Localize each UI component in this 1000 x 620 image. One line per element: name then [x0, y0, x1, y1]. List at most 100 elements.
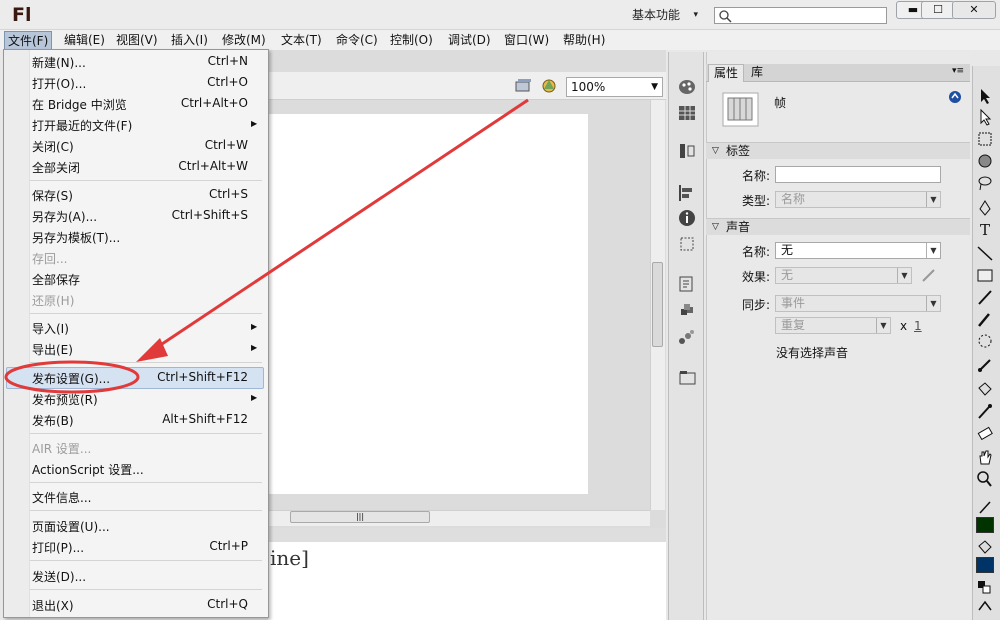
edit-envelope-icon[interactable] — [920, 266, 938, 284]
submenu-arrow-icon: ▶ — [251, 343, 258, 352]
rectangle-tool-icon[interactable] — [975, 266, 995, 284]
swatches-icon[interactable] — [677, 104, 697, 122]
fill-color-icon[interactable] — [975, 538, 995, 556]
workspace-switcher[interactable]: 基本功能 ▾ — [626, 5, 704, 25]
properties-tab-strip: 属性 库 ▾≡ — [706, 64, 970, 82]
zoom-select[interactable]: 100% ▼ — [566, 77, 663, 97]
stroke-color-icon[interactable] — [975, 498, 995, 516]
menu-item-actionscript-settings[interactable]: ActionScript 设置... — [32, 461, 144, 478]
3d-rotation-tool-icon[interactable] — [975, 152, 995, 170]
app-logo: Fl — [12, 4, 32, 26]
menu-item-save-as-template[interactable]: 另存为模板(T)... — [32, 229, 120, 246]
menu-separator — [30, 560, 262, 561]
color-palette-icon[interactable] — [677, 78, 697, 96]
paint-bucket-tool-icon[interactable] — [975, 380, 995, 398]
collapse-triangle-icon: ▽ — [712, 222, 719, 232]
motion-presets-icon[interactable] — [677, 142, 697, 160]
sound-name-select[interactable]: 无 ▼ — [775, 242, 941, 259]
shortcut-close-all: Ctrl+Alt+W — [178, 159, 248, 173]
subselection-tool-icon[interactable] — [975, 108, 995, 126]
tab-properties[interactable]: 属性 — [708, 64, 745, 82]
edit-symbols-icon[interactable] — [540, 76, 562, 96]
panel-menu-icon[interactable]: ▾≡ — [952, 66, 964, 76]
shortcut-open: Ctrl+O — [207, 75, 248, 89]
repeat-count[interactable]: 1 — [914, 319, 922, 333]
menu-file[interactable]: 文件(F) — [4, 31, 53, 50]
repeat-x-label: x — [900, 319, 908, 333]
selection-tool-icon[interactable] — [975, 87, 995, 105]
submenu-arrow-icon: ▶ — [251, 119, 258, 128]
components-icon[interactable] — [677, 275, 697, 293]
brush-tool-icon[interactable] — [975, 310, 995, 328]
effect-select[interactable]: 无 ▼ — [775, 267, 912, 284]
hand-tool-icon[interactable] — [975, 448, 995, 466]
menu-item-import[interactable]: 导入(I) — [32, 320, 69, 337]
code-snippets-icon[interactable] — [677, 328, 697, 346]
menu-separator — [30, 589, 262, 590]
black-white-icon[interactable] — [975, 578, 995, 596]
info-icon[interactable] — [677, 209, 697, 227]
pencil-tool-icon[interactable] — [975, 288, 995, 306]
transform-icon[interactable] — [677, 235, 697, 253]
lasso-tool-icon[interactable] — [975, 174, 995, 192]
eraser-tool-icon[interactable] — [975, 424, 995, 442]
shortcut-close: Ctrl+W — [204, 138, 248, 152]
menu-edit[interactable]: 编辑(E) — [61, 31, 108, 50]
swap-colors-icon[interactable] — [975, 598, 995, 616]
label-section-header[interactable]: ▽ 标签 — [706, 142, 970, 159]
vertical-scroll-thumb[interactable] — [652, 262, 663, 347]
line-tool-icon[interactable] — [975, 244, 995, 262]
menu-item-export[interactable]: 导出(E) — [32, 341, 73, 358]
tab-library[interactable]: 库 — [746, 64, 768, 82]
type-select[interactable]: 名称 ▼ — [775, 191, 941, 208]
menu-item-file-info[interactable]: 文件信息... — [32, 489, 91, 506]
effect-label: 效果: — [741, 270, 770, 284]
menu-window[interactable]: 窗口(W) — [501, 31, 552, 50]
menu-item-publish-preview[interactable]: 发布预览(R) — [32, 391, 98, 408]
menu-separator — [30, 433, 262, 434]
frame-name-input[interactable] — [775, 166, 941, 183]
menu-item-save-all[interactable]: 全部保存 — [32, 271, 80, 288]
stroke-color-swatch[interactable] — [976, 517, 994, 533]
menu-help[interactable]: 帮助(H) — [560, 31, 608, 50]
pen-tool-icon[interactable] — [975, 199, 995, 217]
project-icon[interactable] — [677, 368, 697, 386]
menu-debug[interactable]: 调试(D) — [445, 31, 494, 50]
library-objects-icon[interactable] — [677, 302, 697, 320]
menu-item-page-setup[interactable]: 页面设置(U)... — [32, 518, 110, 535]
menu-item-send[interactable]: 发送(D)... — [32, 568, 86, 585]
free-transform-tool-icon[interactable] — [975, 130, 995, 148]
menu-separator — [30, 510, 262, 511]
stage-canvas[interactable] — [268, 114, 588, 494]
menu-text[interactable]: 文本(T) — [278, 31, 325, 50]
menu-commands[interactable]: 命令(C) — [333, 31, 381, 50]
eyedropper-tool-icon[interactable] — [975, 402, 995, 420]
menu-item-open-recent[interactable]: 打开最近的文件(F) — [32, 117, 132, 134]
deco-tool-icon[interactable] — [975, 332, 995, 350]
menu-item-revert: 还原(H) — [32, 294, 75, 308]
menu-icon-gutter — [4, 50, 30, 617]
repeat-select[interactable]: 重复 ▼ — [775, 317, 891, 334]
actions-code-text: ine] — [270, 546, 309, 570]
text-tool-icon[interactable]: T — [975, 221, 995, 239]
chevron-down-icon: ▼ — [876, 318, 890, 333]
chevron-down-icon: ▼ — [926, 192, 940, 207]
menu-modify[interactable]: 修改(M) — [219, 31, 269, 50]
sync-select[interactable]: 事件 ▼ — [775, 295, 941, 312]
search-input[interactable] — [714, 7, 887, 24]
align-icon[interactable] — [677, 184, 697, 202]
menu-control[interactable]: 控制(O) — [387, 31, 436, 50]
maximize-button[interactable]: ☐ — [921, 1, 955, 19]
bone-tool-icon[interactable] — [975, 356, 995, 374]
name-label: 名称: — [741, 169, 770, 183]
menu-insert[interactable]: 插入(I) — [168, 31, 211, 50]
menu-view[interactable]: 视图(V) — [113, 31, 161, 50]
fill-color-swatch[interactable] — [976, 557, 994, 573]
edit-scene-icon[interactable] — [514, 77, 534, 95]
zoom-tool-icon[interactable] — [975, 470, 995, 488]
type-label: 类型: — [741, 194, 770, 208]
help-icon[interactable] — [948, 90, 962, 104]
close-button[interactable]: ✕ — [952, 1, 996, 19]
horizontal-scroll-thumb[interactable]: ||| — [290, 511, 430, 523]
sound-section-header[interactable]: ▽ 声音 — [706, 218, 970, 235]
